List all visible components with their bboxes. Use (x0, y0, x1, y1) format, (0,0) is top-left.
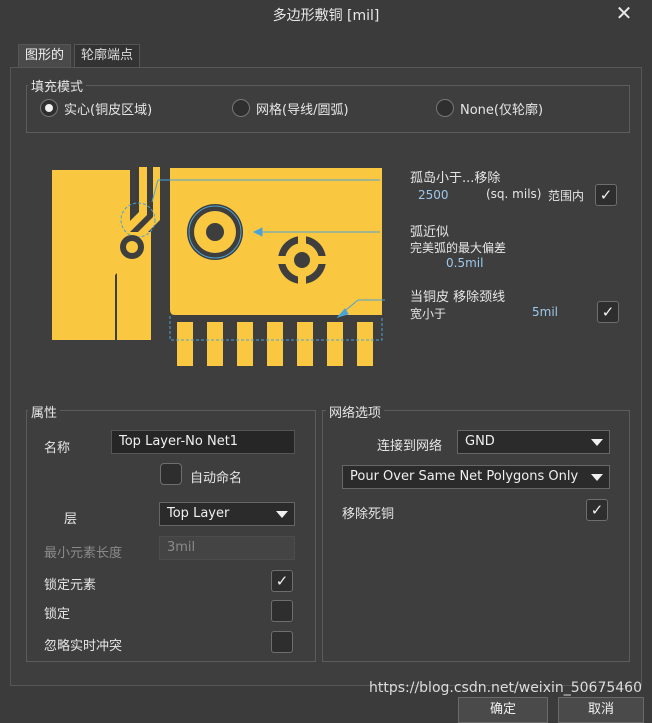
properties-label: 属性 (28, 402, 61, 421)
radio-solid[interactable] (40, 99, 58, 117)
layer-select-value: Top Layer (167, 506, 230, 521)
check-icon: ✓ (601, 303, 615, 321)
radio-hatched-label[interactable]: 网格(导线/圆弧) (256, 99, 349, 118)
chevron-down-icon (591, 474, 603, 481)
fill-mode-label: 填充模式 (28, 76, 87, 95)
check-icon: ✓ (599, 186, 613, 204)
layer-label: 层 (64, 512, 78, 527)
min-length-label: 最小元素长度 (44, 546, 123, 561)
arc-value[interactable]: 0.5mil (446, 256, 483, 270)
locked-checkbox[interactable] (271, 600, 293, 622)
arc-sublabel: 完美弧的最大偏差 (410, 241, 507, 255)
tab-outline-vertices[interactable]: 轮廓端点 (74, 44, 141, 67)
island-checkbox[interactable]: ✓ (595, 184, 617, 206)
net-options-label: 网络选项 (326, 402, 385, 421)
auto-name-checkbox[interactable] (160, 463, 182, 485)
locked-label: 锁定 (44, 607, 71, 622)
pour-mode-select[interactable]: Pour Over Same Net Polygons Only (342, 465, 610, 489)
chevron-down-icon (591, 439, 603, 446)
ignore-drc-label: 忽略实时冲突 (44, 639, 123, 654)
ignore-drc-checkbox[interactable] (271, 631, 293, 653)
neck-sublabel: 宽小于 (410, 307, 447, 321)
layer-select[interactable]: Top Layer (159, 502, 295, 526)
lock-primitives-checkbox[interactable]: ✓ (271, 570, 293, 592)
check-icon: ✓ (590, 501, 604, 519)
check-icon: ✓ (275, 572, 289, 590)
ok-button[interactable]: 确定 (458, 697, 548, 723)
remove-dead-copper-label: 移除死铜 (342, 507, 395, 522)
island-scope-label: 范围内 (548, 189, 585, 203)
connect-to-net-value: GND (465, 434, 495, 449)
radio-hatched[interactable] (232, 99, 250, 117)
radio-none[interactable] (436, 99, 454, 117)
min-length-input[interactable]: 3mil (159, 536, 295, 560)
cancel-button[interactable]: 取消 (558, 697, 644, 723)
chevron-down-icon (276, 511, 288, 518)
arc-label: 弧近似 (410, 225, 450, 240)
island-unit: (sq. mils) (486, 187, 542, 201)
radio-none-label[interactable]: None(仅轮廓) (460, 99, 543, 118)
polygon-pour-illustration (52, 167, 385, 366)
neck-checkbox[interactable]: ✓ (597, 301, 619, 323)
auto-name-label: 自动命名 (190, 471, 243, 486)
island-label: 孤岛小于...移除 (410, 171, 501, 186)
tab-graphical[interactable]: 图形的 (18, 44, 72, 67)
close-icon[interactable]: ✕ (612, 2, 636, 26)
island-value[interactable]: 2500 (418, 188, 449, 202)
remove-dead-copper-checkbox[interactable]: ✓ (586, 499, 608, 521)
pour-mode-value: Pour Over Same Net Polygons Only (350, 469, 579, 484)
neck-label: 当铜皮 移除颈线 (410, 290, 506, 305)
window-title: 多边形敷铜 [mil] (272, 8, 380, 24)
watermark: https://blog.csdn.net/weixin_50675460 (368, 680, 642, 696)
connect-to-net-label: 连接到网络 (377, 439, 443, 454)
name-label: 名称 (44, 441, 71, 456)
radio-solid-label[interactable]: 实心(铜皮区域) (64, 99, 152, 118)
name-input[interactable]: Top Layer-No Net1 (111, 430, 295, 454)
neck-value[interactable]: 5mil (532, 305, 558, 319)
lock-primitives-label: 锁定元素 (44, 578, 97, 593)
connect-to-net-select[interactable]: GND (457, 430, 610, 454)
